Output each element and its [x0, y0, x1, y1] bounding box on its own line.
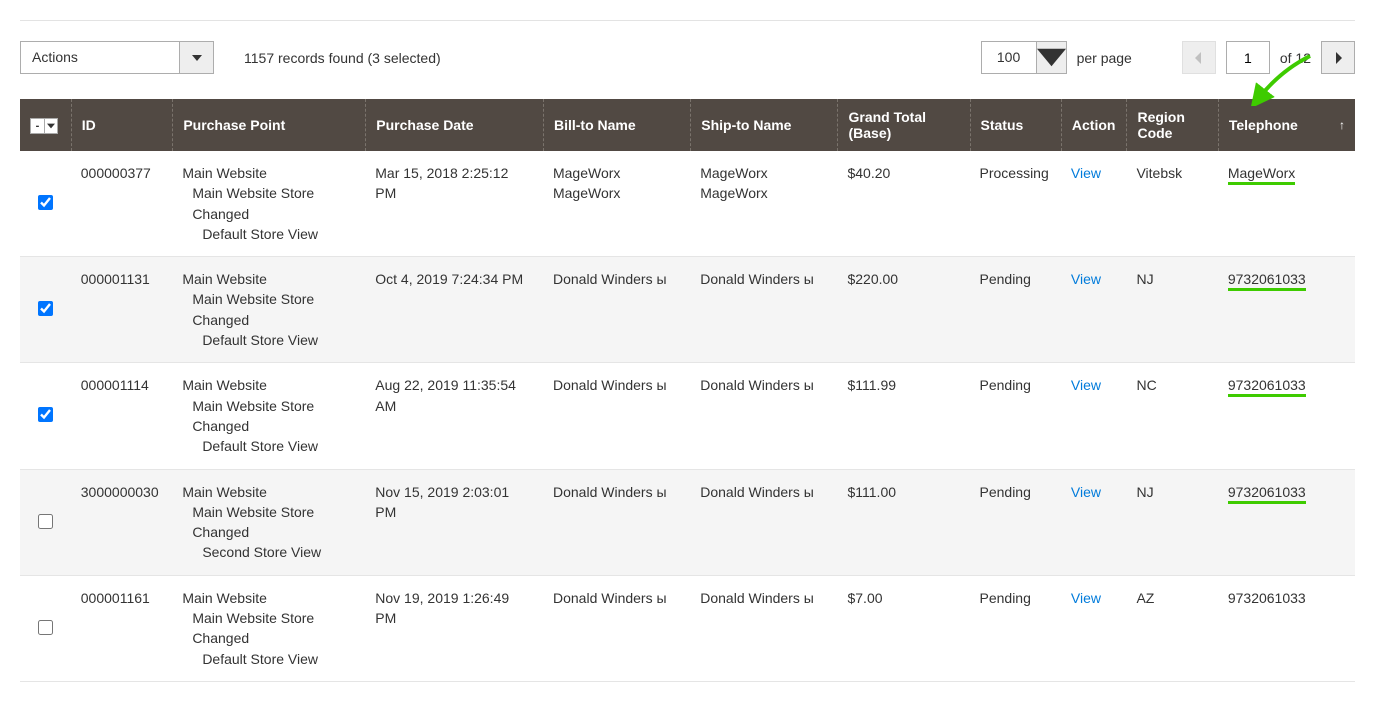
cell-status: Pending — [970, 363, 1061, 469]
row-checkbox[interactable] — [38, 407, 53, 422]
chevron-down-icon[interactable] — [1037, 41, 1067, 74]
cell-telephone: 9732061033 — [1218, 257, 1355, 363]
chevron-down-icon[interactable] — [45, 119, 57, 133]
cell-id: 000001131 — [71, 257, 173, 363]
prev-page-button[interactable] — [1182, 41, 1216, 74]
cell-telephone: MageWorx — [1218, 151, 1355, 257]
select-all-checkbox[interactable]: - — [31, 119, 45, 133]
cell-region: NJ — [1126, 470, 1217, 576]
cell-ship-to: MageWorxMageWorx — [690, 151, 837, 257]
table-row: 000001114Main WebsiteMain Website Store … — [20, 363, 1355, 469]
header-action: Action — [1061, 99, 1127, 151]
table-row: 000001131Main WebsiteMain Website Store … — [20, 257, 1355, 363]
header-purchase-point[interactable]: Purchase Point — [172, 99, 365, 151]
row-checkbox[interactable] — [38, 620, 53, 635]
cell-purchase-date: Mar 15, 2018 2:25:12 PM — [365, 151, 543, 257]
cell-telephone: 9732061033 — [1218, 576, 1355, 682]
header-region[interactable]: Region Code — [1126, 99, 1217, 151]
cell-grand-total: $111.00 — [837, 470, 969, 576]
sort-asc-icon: ↑ — [1339, 118, 1345, 132]
table-row: 000001161Main WebsiteMain Website Store … — [20, 576, 1355, 682]
view-link[interactable]: View — [1071, 377, 1101, 393]
cell-purchase-date: Aug 22, 2019 11:35:54 AM — [365, 363, 543, 469]
row-checkbox[interactable] — [38, 195, 53, 210]
cell-ship-to: Donald Winders ы — [690, 257, 837, 363]
cell-ship-to: Donald Winders ы — [690, 576, 837, 682]
per-page-label: per page — [1077, 50, 1132, 66]
cell-region: AZ — [1126, 576, 1217, 682]
cell-action: View — [1061, 470, 1127, 576]
header-grand-total[interactable]: Grand Total (Base) — [837, 99, 969, 151]
cell-id: 000001161 — [71, 576, 173, 682]
cell-grand-total: $220.00 — [837, 257, 969, 363]
cell-bill-to: Donald Winders ы — [543, 363, 690, 469]
cell-bill-to: Donald Winders ы — [543, 470, 690, 576]
cell-action: View — [1061, 257, 1127, 363]
cell-region: NC — [1126, 363, 1217, 469]
per-page-control: 100 per page of 12 — [981, 41, 1355, 74]
header-status[interactable]: Status — [970, 99, 1061, 151]
cell-id: 3000000030 — [71, 470, 173, 576]
cell-id: 000000377 — [71, 151, 173, 257]
cell-grand-total: $111.99 — [837, 363, 969, 469]
orders-grid: - ID Purchase Point Purchase Date Bill-t… — [20, 99, 1355, 682]
cell-grand-total: $40.20 — [837, 151, 969, 257]
cell-status: Pending — [970, 257, 1061, 363]
page-number-input[interactable] — [1226, 41, 1270, 74]
cell-purchase-date: Oct 4, 2019 7:24:34 PM — [365, 257, 543, 363]
header-purchase-date[interactable]: Purchase Date — [365, 99, 543, 151]
cell-purchase-point: Main WebsiteMain Website Store ChangedDe… — [172, 363, 365, 469]
actions-label: Actions — [20, 41, 180, 74]
cell-status: Pending — [970, 576, 1061, 682]
cell-purchase-date: Nov 19, 2019 1:26:49 PM — [365, 576, 543, 682]
cell-status: Pending — [970, 470, 1061, 576]
header-telephone[interactable]: Telephone ↑ — [1218, 99, 1355, 151]
cell-bill-to: Donald Winders ы — [543, 257, 690, 363]
cell-purchase-point: Main WebsiteMain Website Store ChangedDe… — [172, 576, 365, 682]
chevron-down-icon[interactable] — [180, 41, 214, 74]
view-link[interactable]: View — [1071, 484, 1101, 500]
cell-region: Vitebsk — [1126, 151, 1217, 257]
cell-action: View — [1061, 576, 1127, 682]
cell-action: View — [1061, 151, 1127, 257]
cell-id: 000001114 — [71, 363, 173, 469]
cell-ship-to: Donald Winders ы — [690, 470, 837, 576]
view-link[interactable]: View — [1071, 165, 1101, 181]
table-row: 3000000030Main WebsiteMain Website Store… — [20, 470, 1355, 576]
cell-purchase-point: Main WebsiteMain Website Store ChangedDe… — [172, 151, 365, 257]
cell-telephone: 9732061033 — [1218, 363, 1355, 469]
cell-bill-to: MageWorxMageWorx — [543, 151, 690, 257]
cell-grand-total: $7.00 — [837, 576, 969, 682]
view-link[interactable]: View — [1071, 590, 1101, 606]
table-row: 000000377Main WebsiteMain Website Store … — [20, 151, 1355, 257]
records-count: 1157 records found (3 selected) — [244, 50, 441, 66]
header-bill-to[interactable]: Bill-to Name — [543, 99, 690, 151]
per-page-select[interactable]: 100 — [981, 41, 1067, 74]
next-page-button[interactable] — [1321, 41, 1355, 74]
cell-purchase-point: Main WebsiteMain Website Store ChangedSe… — [172, 470, 365, 576]
header-select-all[interactable]: - — [20, 99, 71, 151]
row-checkbox[interactable] — [38, 514, 53, 529]
row-checkbox[interactable] — [38, 301, 53, 316]
cell-action: View — [1061, 363, 1127, 469]
cell-telephone: 9732061033 — [1218, 470, 1355, 576]
cell-purchase-point: Main WebsiteMain Website Store ChangedDe… — [172, 257, 365, 363]
cell-ship-to: Donald Winders ы — [690, 363, 837, 469]
cell-region: NJ — [1126, 257, 1217, 363]
header-ship-to[interactable]: Ship-to Name — [690, 99, 837, 151]
header-id[interactable]: ID — [71, 99, 173, 151]
toolbar: Actions 1157 records found (3 selected) … — [20, 41, 1355, 74]
actions-dropdown[interactable]: Actions — [20, 41, 214, 74]
top-divider — [20, 20, 1355, 21]
view-link[interactable]: View — [1071, 271, 1101, 287]
total-pages: of 12 — [1280, 50, 1311, 66]
cell-purchase-date: Nov 15, 2019 2:03:01 PM — [365, 470, 543, 576]
cell-status: Processing — [970, 151, 1061, 257]
cell-bill-to: Donald Winders ы — [543, 576, 690, 682]
per-page-value: 100 — [981, 41, 1037, 74]
